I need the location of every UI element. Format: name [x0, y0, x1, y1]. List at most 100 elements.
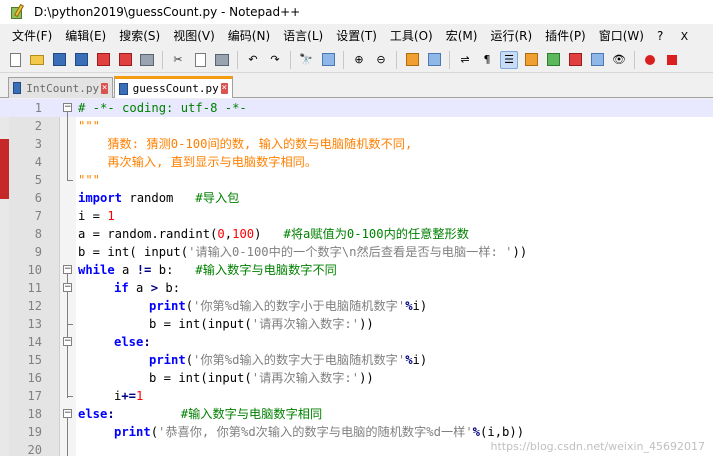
close-icon[interactable]: [94, 51, 112, 69]
code-text: (i,b)): [480, 425, 525, 439]
code-line[interactable]: 1 # -*- coding: utf-8 -*-: [0, 99, 713, 117]
close-all-icon[interactable]: [116, 51, 134, 69]
show-all-chars-icon[interactable]: ¶: [478, 51, 496, 69]
menu-help[interactable]: ?: [651, 26, 670, 46]
menu-language[interactable]: 语言(L): [277, 26, 330, 46]
code-line[interactable]: 2 """: [0, 117, 713, 135]
toolbar-separator: [634, 50, 635, 69]
code-line[interactable]: 4 再次输入, 直到显示与电脑数字相同。: [0, 153, 713, 171]
code-line[interactable]: 7 i = 1: [0, 207, 713, 225]
save-all-icon[interactable]: [72, 51, 90, 69]
code-line[interactable]: 11 if a > b:: [0, 279, 713, 297]
menu-file[interactable]: 文件(F): [6, 26, 59, 46]
code-text: b:: [151, 263, 174, 277]
code-line[interactable]: 12 print('你第%d输入的数字小于电脑随机数字'%i): [0, 297, 713, 315]
tab-intcount[interactable]: IntCount.py ×: [8, 77, 113, 98]
fold-toggle-icon[interactable]: −: [63, 103, 72, 112]
code-comment: # -*- coding: utf-8 -*-: [78, 101, 247, 115]
menu-close-icon[interactable]: X: [676, 30, 692, 43]
menu-view[interactable]: 视图(V): [167, 26, 222, 46]
fold-end: [67, 180, 73, 181]
code-line[interactable]: 13 b = int(input('请再次输入数字:')): [0, 315, 713, 333]
code-keyword: print: [149, 353, 186, 367]
watermark: https://blog.csdn.net/weixin_45692017: [490, 440, 705, 453]
code-line[interactable]: 14 else:: [0, 333, 713, 351]
code-line[interactable]: 19 print('恭喜你, 你第%d次输入的数字与电脑的随机数字%d一样'%(…: [0, 423, 713, 441]
code-keyword: else: [78, 407, 108, 421]
toolbar: ✂ ↶ ↷ 🔭 ⊕ ⊖ ⇌ ¶ ☰ 👁: [0, 47, 713, 73]
code-line[interactable]: 18 else: #输入数字与电脑数字相同: [0, 405, 713, 423]
menu-plugins[interactable]: 插件(P): [539, 26, 593, 46]
line-number: 2: [34, 119, 42, 133]
code-comment: #将a赋值为0-100内的任意整形数: [283, 227, 469, 241]
code-editor[interactable]: 1 # -*- coding: utf-8 -*- 2 """ 3 猜数: 猜测…: [0, 99, 713, 456]
record-macro-icon[interactable]: [641, 51, 659, 69]
redo-icon[interactable]: ↷: [266, 51, 284, 69]
line-number: 1: [34, 101, 42, 115]
paste-icon[interactable]: [213, 51, 231, 69]
stop-record-icon[interactable]: [663, 51, 681, 69]
code-text: )): [359, 371, 374, 385]
code-line[interactable]: 3 猜数: 猜测0-100间的数, 输入的数与电脑随机数不同,: [0, 135, 713, 153]
fold-toggle-icon[interactable]: −: [63, 409, 72, 418]
print-icon[interactable]: [138, 51, 156, 69]
close-tab-icon[interactable]: ×: [220, 83, 228, 94]
code-line[interactable]: 8 a = random.randint(0,100) #将a赋值为0-100内…: [0, 225, 713, 243]
menu-run[interactable]: 运行(R): [484, 26, 539, 46]
menu-window[interactable]: 窗口(W): [593, 26, 651, 46]
code-operator: %: [472, 425, 481, 439]
code-line[interactable]: 16 b = int(input('请再次输入数字:')): [0, 369, 713, 387]
code-text: i): [412, 353, 428, 367]
find-icon[interactable]: 🔭: [297, 51, 315, 69]
menu-search[interactable]: 搜索(S): [113, 26, 167, 46]
docstring: 猜数: 猜测0-100间的数, 输入的数与电脑随机数不同,: [78, 137, 413, 151]
monitor-icon[interactable]: 👁: [610, 51, 628, 69]
menu-encoding[interactable]: 编码(N): [222, 26, 277, 46]
code-text: a: [128, 281, 151, 295]
code-line[interactable]: 17 i+=1: [0, 387, 713, 405]
line-number: 6: [34, 191, 42, 205]
toolbar-separator: [343, 50, 344, 69]
cut-icon[interactable]: ✂: [169, 51, 187, 69]
zoom-in-icon[interactable]: ⊕: [350, 51, 368, 69]
fold-guide: [67, 112, 68, 180]
project-panel-icon[interactable]: [588, 51, 606, 69]
code-comment: #导入包: [195, 191, 240, 205]
zoom-out-icon[interactable]: ⊖: [372, 51, 390, 69]
indent-guide-icon[interactable]: ☰: [500, 50, 518, 69]
floppy-icon: [13, 82, 22, 94]
save-icon[interactable]: [50, 51, 68, 69]
folder-as-workspace-icon[interactable]: [522, 51, 540, 69]
sync-vertical-icon[interactable]: [403, 51, 421, 69]
close-tab-icon[interactable]: ×: [101, 82, 108, 94]
replace-icon[interactable]: [319, 51, 337, 69]
fold-guide: [67, 418, 68, 456]
undo-icon[interactable]: ↶: [244, 51, 262, 69]
menu-edit[interactable]: 编辑(E): [59, 26, 113, 46]
open-folder-icon[interactable]: [28, 51, 46, 69]
function-list-icon[interactable]: [544, 51, 562, 69]
code-line[interactable]: 5 """: [0, 171, 713, 189]
docstring: """: [78, 119, 101, 133]
word-wrap-icon[interactable]: ⇌: [456, 51, 474, 69]
fold-toggle-icon[interactable]: −: [63, 265, 72, 274]
fold-toggle-icon[interactable]: −: [63, 283, 72, 292]
sync-horizontal-icon[interactable]: [425, 51, 443, 69]
code-string: '恭喜你, 你第%d次输入的数字与电脑的随机数字%d一样': [158, 425, 473, 439]
document-map-icon[interactable]: [566, 51, 584, 69]
menu-tools[interactable]: 工具(O): [384, 26, 440, 46]
menu-macro[interactable]: 宏(M): [440, 26, 485, 46]
fold-toggle-icon[interactable]: −: [63, 337, 72, 346]
tab-guesscount[interactable]: guessCount.py ×: [114, 76, 233, 98]
code-line[interactable]: 6 import random #导入包: [0, 189, 713, 207]
code-line[interactable]: 15 print('你第%d输入的数字大于电脑随机数字'%i): [0, 351, 713, 369]
new-file-icon[interactable]: [6, 51, 24, 69]
menu-settings[interactable]: 设置(T): [330, 26, 384, 46]
code-number: 0: [217, 227, 225, 241]
code-line[interactable]: 10 while a != b: #输入数字与电脑数字不同: [0, 261, 713, 279]
line-number: 15: [27, 353, 42, 367]
code-text: i): [412, 299, 428, 313]
copy-icon[interactable]: [191, 51, 209, 69]
code-line[interactable]: 9 b = int( input('请输入0-100中的一个数字\n然后查看是否…: [0, 243, 713, 261]
docstring: """: [78, 173, 101, 187]
